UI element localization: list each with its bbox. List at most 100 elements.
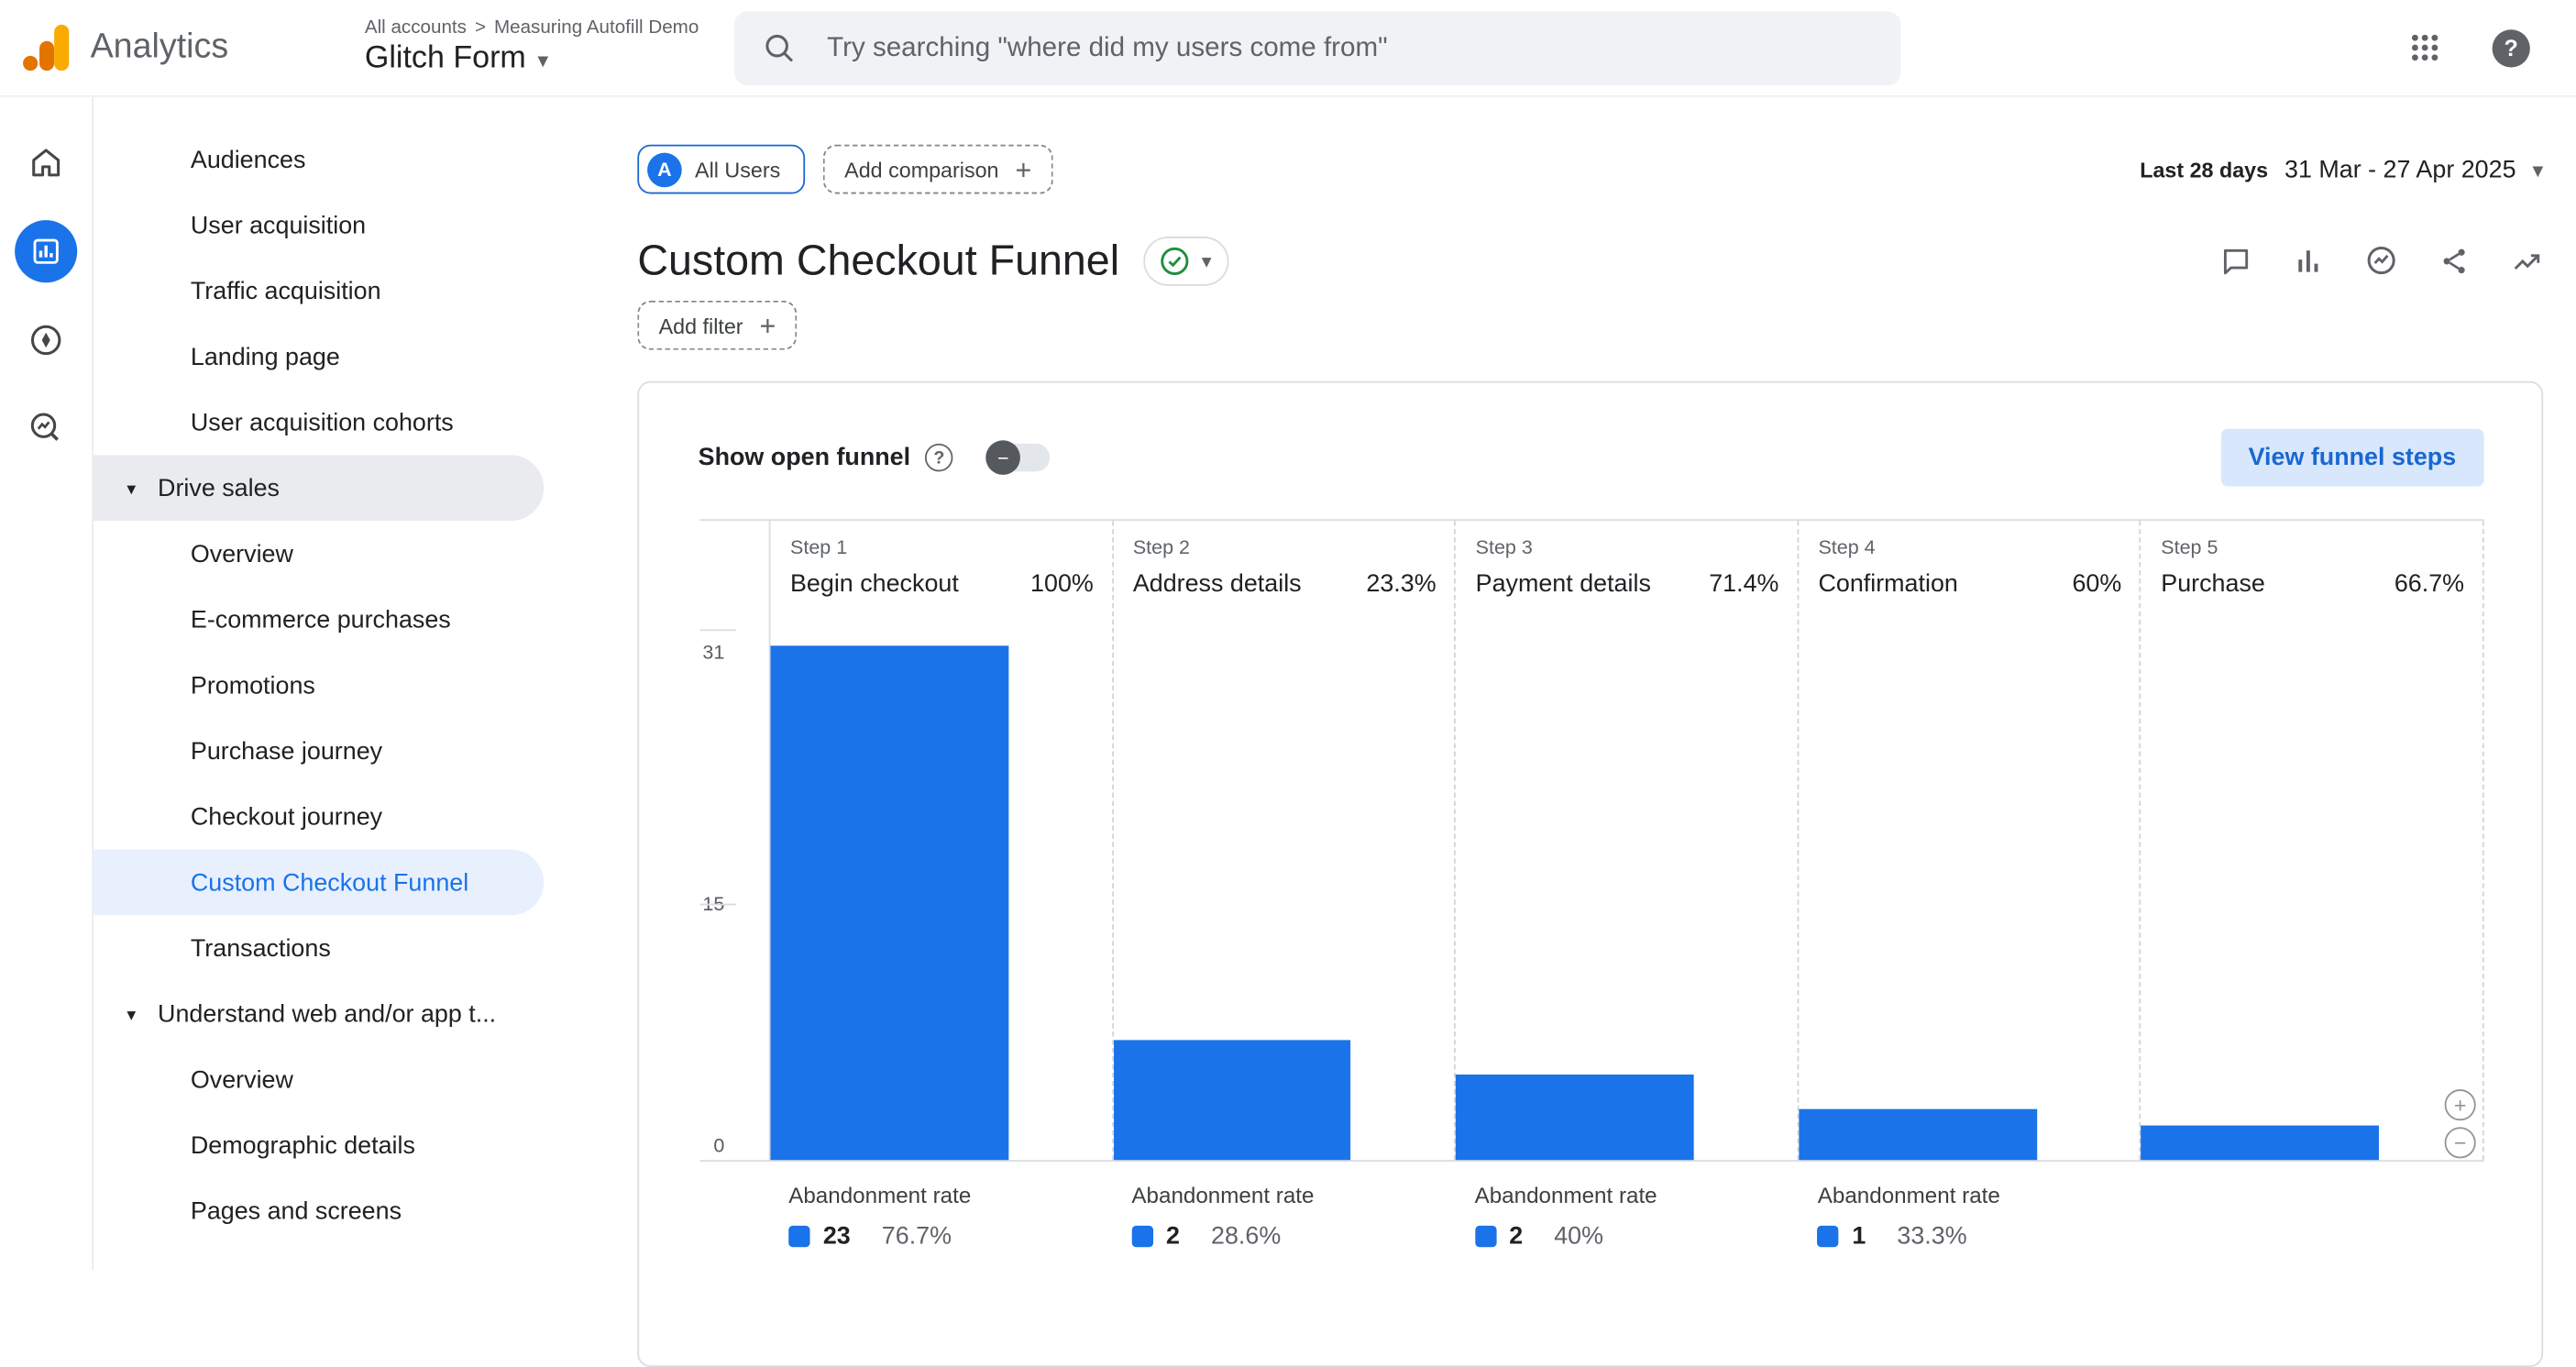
funnel-chart-cell (1799, 629, 2140, 1160)
funnel-bar[interactable] (770, 646, 1008, 1160)
account-property-switcher[interactable]: All accounts > Measuring Autofill Demo G… (365, 18, 699, 78)
funnel-step-rate: 71.4% (1709, 570, 1778, 598)
search-bar[interactable] (735, 11, 1901, 85)
page-title: Custom Checkout Funnel (637, 235, 1119, 286)
all-users-comparison-chip[interactable]: A All Users (637, 145, 805, 194)
comparison-avatar-letter: A (657, 158, 672, 181)
add-comparison-chip[interactable]: Add comparison + (823, 145, 1053, 194)
sidebar-item-user-acquisition[interactable]: User acquisition (94, 193, 544, 259)
sidebar-item-drive-sales[interactable]: ▾Drive sales (94, 455, 544, 521)
analytics-home-link[interactable]: Analytics (23, 23, 322, 72)
abandonment-count: 2 (1509, 1222, 1523, 1250)
funnel-step-header: Step 4Confirmation60% (1799, 521, 2140, 629)
data-quality-badge[interactable]: ▾ (1144, 236, 1229, 285)
funnel-bar[interactable] (2141, 1126, 2380, 1160)
sidebar-item-custom-checkout-funnel[interactable]: Custom Checkout Funnel (94, 850, 544, 916)
legend-swatch (1475, 1226, 1496, 1247)
note-icon[interactable] (2219, 244, 2252, 277)
sidebar-item-demographic-details[interactable]: Demographic details (94, 1112, 544, 1178)
sidebar-item-purchase-journey[interactable]: Purchase journey (94, 718, 544, 784)
view-funnel-steps-button[interactable]: View funnel steps (2220, 429, 2484, 487)
funnel-step-name: Address details (1133, 570, 1302, 598)
toggle-off-glyph: − (997, 446, 1009, 469)
apps-grid-icon[interactable] (2408, 31, 2441, 64)
funnel-column-1: Step 1Begin checkout100% (769, 521, 1112, 1160)
sidebar-item-label: Landing page (191, 343, 340, 370)
app-body: Audiences User acquisitionTraffic acquisi… (0, 97, 2576, 1271)
funnel-card: Show open funnel ? − View funnel steps (637, 381, 2543, 1367)
explore-trend-icon[interactable] (2510, 244, 2543, 277)
explore-nav-button[interactable] (13, 307, 79, 373)
abandonment-rate-label: Abandonment rate (788, 1183, 1094, 1207)
zoom-in-button[interactable]: + (2445, 1089, 2476, 1120)
funnel-chart-area: 31150 Step 1Begin checkout100%Step 2Addr… (699, 519, 2483, 1162)
add-filter-chip[interactable]: Add filter + (637, 301, 797, 350)
sidebar-item-checkout-journey[interactable]: Checkout journey (94, 784, 544, 850)
abandonment-rate-value: 28.6% (1211, 1222, 1281, 1250)
abandonment-values-row: 133.3% (1818, 1222, 2123, 1250)
funnel-bar[interactable] (1113, 1041, 1351, 1161)
sidebar-item-label: Purchase journey (191, 737, 382, 765)
advertising-nav-button[interactable] (13, 396, 79, 462)
check-circle-icon (1159, 244, 1192, 277)
funnel-step-header: Step 5Purchase66.7% (2141, 521, 2482, 629)
breadcrumb-property-group: Measuring Autofill Demo (494, 18, 699, 39)
help-icon[interactable]: ? (2493, 28, 2530, 66)
sidebar-item-e-commerce-purchases[interactable]: E-commerce purchases (94, 587, 544, 653)
breadcrumb: All accounts > Measuring Autofill Demo (365, 18, 699, 39)
funnel-step-label: Step 1 (790, 535, 1094, 558)
search-input[interactable] (827, 32, 1875, 63)
logo-bar-tall (54, 25, 69, 71)
sidebar-item-label: Overview (191, 1065, 293, 1093)
funnel-column-4: Step 4Confirmation60% (1797, 521, 2140, 1160)
date-range-dates: 31 Mar - 27 Apr 2025 (2284, 155, 2516, 182)
legend-swatch (1818, 1226, 1839, 1247)
sidebar-item-label: User acquisition cohorts (191, 408, 454, 435)
abandonment-values-row: 240% (1475, 1222, 1780, 1250)
sidebar-item-transactions[interactable]: Transactions (94, 915, 544, 981)
funnel-column-5: Step 5Purchase66.7% (2140, 521, 2484, 1160)
sidebar-item-understand-web-and-or-app-t[interactable]: ▾Understand web and/or app t... (94, 981, 544, 1047)
funnel-bar[interactable] (1456, 1075, 1694, 1160)
bar-chart-icon[interactable] (2292, 244, 2325, 277)
insights-icon[interactable] (2364, 243, 2399, 278)
report-nav: Audiences User acquisitionTraffic acquisi… (94, 97, 629, 1271)
sidebar-item-audiences[interactable]: Audiences (94, 127, 544, 193)
app-header: Analytics All accounts > Measuring Autof… (0, 0, 2576, 97)
reports-nav-button[interactable] (13, 218, 79, 284)
sidebar-item-user-acquisition-cohorts[interactable]: User acquisition cohorts (94, 390, 544, 456)
sidebar-item-pages-and-screens[interactable]: Pages and screens (94, 1178, 544, 1244)
help-tooltip-icon[interactable]: ? (925, 444, 952, 471)
funnel-step-name: Purchase (2161, 570, 2265, 598)
sidebar-item-promotions[interactable]: Promotions (94, 652, 544, 718)
date-range-picker[interactable]: Last 28 days 31 Mar - 27 Apr 2025 ▾ (2140, 155, 2543, 182)
y-axis-spacer (699, 1162, 768, 1251)
sidebar-item-overview[interactable]: Overview (94, 1047, 544, 1113)
share-icon[interactable] (2438, 244, 2471, 277)
open-funnel-toggle[interactable]: − (989, 444, 1050, 471)
funnel-bar[interactable] (1799, 1108, 2037, 1160)
funnel-step-rate: 60% (2072, 570, 2121, 598)
report-title-row: Custom Checkout Funnel ▾ (637, 235, 2543, 286)
legend-swatch (788, 1226, 809, 1247)
funnel-chart-cell (1456, 629, 1797, 1160)
funnel-chart-cell (2141, 629, 2482, 1160)
funnel-step-header: Step 3Payment details71.4% (1456, 521, 1797, 629)
funnel-step-name-row: Confirmation60% (1818, 570, 2121, 598)
sidebar-item-label: Audiences (191, 146, 306, 173)
home-icon (27, 143, 66, 182)
logo-dot (23, 56, 38, 71)
abandonment-values-row: 228.6% (1131, 1222, 1437, 1250)
abandonment-cell (2141, 1162, 2483, 1251)
funnel-step-rate: 23.3% (1366, 570, 1436, 598)
date-range-caret-icon: ▾ (2532, 159, 2543, 180)
zoom-out-button[interactable]: − (2445, 1127, 2476, 1158)
sidebar-item-traffic-acquisition[interactable]: Traffic acquisition (94, 258, 544, 324)
abandonment-count: 1 (1852, 1222, 1866, 1250)
home-nav-button[interactable] (13, 130, 79, 196)
plus-icon: + (760, 312, 776, 339)
property-name: Glitch Form (365, 41, 526, 77)
y-axis-tick-mark (699, 903, 735, 905)
sidebar-item-landing-page[interactable]: Landing page (94, 324, 544, 390)
sidebar-item-overview[interactable]: Overview (94, 521, 544, 587)
